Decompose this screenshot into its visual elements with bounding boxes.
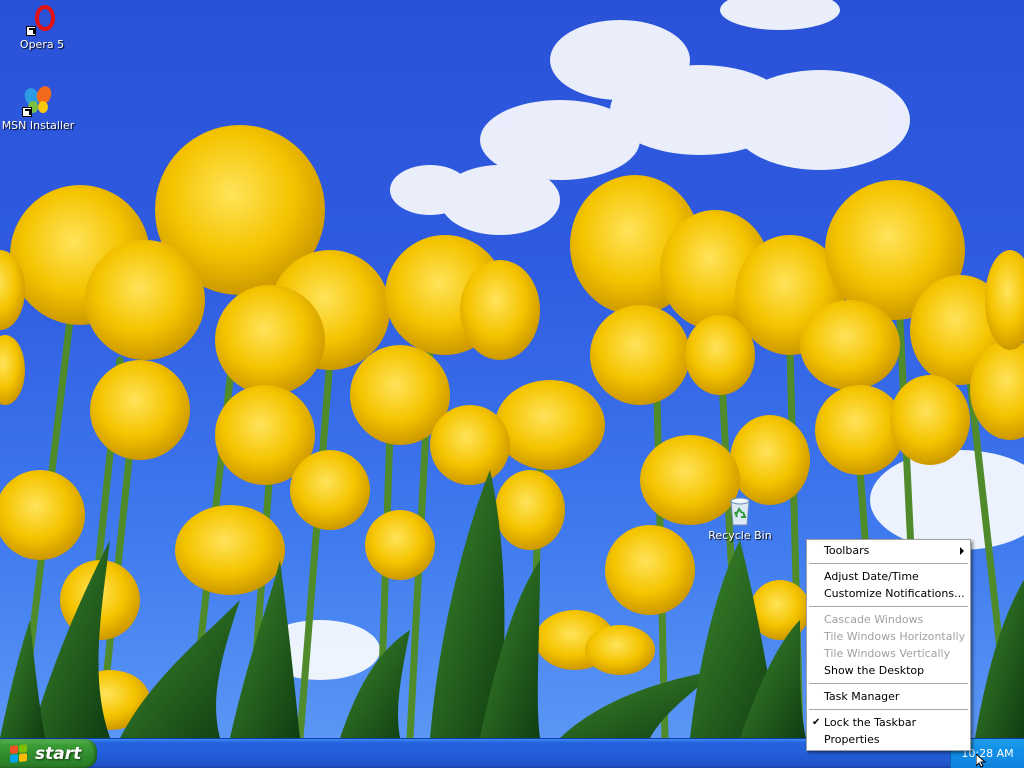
menu-item-show-desktop[interactable]: Show the Desktop	[807, 662, 970, 679]
desktop-icon-label: Opera 5	[19, 38, 65, 51]
desktop-icon-msn-installer[interactable]: MSN Installer	[0, 85, 76, 132]
menu-item-tile-vertically[interactable]: Tile Windows Vertically	[807, 645, 970, 662]
menu-item-label: Lock the Taskbar	[824, 716, 917, 729]
menu-item-label: Tile Windows Vertically	[824, 647, 951, 660]
menu-item-properties[interactable]: Properties	[807, 731, 970, 748]
menu-item-label: Adjust Date/Time	[824, 570, 919, 583]
recycle-bin-icon	[724, 495, 756, 527]
desktop-icon-opera[interactable]: Opera 5	[4, 4, 80, 51]
menu-item-tile-horizontally[interactable]: Tile Windows Horizontally	[807, 628, 970, 645]
opera-icon	[26, 4, 58, 36]
menu-separator	[809, 709, 968, 710]
taskbar-context-menu: Toolbars Adjust Date/Time Customize Noti…	[806, 539, 971, 751]
menu-item-label: Customize Notifications...	[824, 587, 965, 600]
menu-separator	[809, 563, 968, 564]
start-button[interactable]: start	[0, 739, 97, 768]
submenu-arrow-icon	[960, 547, 964, 555]
shortcut-arrow-icon	[22, 107, 32, 117]
menu-item-customize-notifications[interactable]: Customize Notifications...	[807, 585, 970, 602]
menu-item-label: Task Manager	[824, 690, 900, 703]
menu-item-label: Tile Windows Horizontally	[824, 630, 966, 643]
shortcut-arrow-icon	[26, 26, 36, 36]
mouse-pointer-icon	[976, 754, 987, 768]
menu-separator	[809, 606, 968, 607]
menu-item-label: Toolbars	[824, 544, 870, 557]
menu-item-cascade-windows[interactable]: Cascade Windows	[807, 611, 970, 628]
windows-logo-icon	[10, 743, 28, 764]
desktop-icon-recycle-bin[interactable]: Recycle Bin	[702, 495, 778, 542]
menu-item-label: Properties	[824, 733, 880, 746]
menu-item-task-manager[interactable]: Task Manager	[807, 688, 970, 705]
desktop-icon-label: MSN Installer	[1, 119, 75, 132]
menu-separator	[809, 683, 968, 684]
start-label: start	[35, 743, 82, 764]
menu-item-label: Cascade Windows	[824, 613, 924, 626]
menu-item-toolbars[interactable]: Toolbars	[807, 542, 970, 559]
msn-butterfly-icon	[22, 85, 54, 117]
menu-item-adjust-date-time[interactable]: Adjust Date/Time	[807, 568, 970, 585]
desktop-icon-label: Recycle Bin	[708, 529, 772, 542]
menu-item-lock-taskbar[interactable]: ✔ Lock the Taskbar	[807, 714, 970, 731]
checkmark-icon: ✔	[812, 717, 821, 728]
menu-item-label: Show the Desktop	[824, 664, 925, 677]
